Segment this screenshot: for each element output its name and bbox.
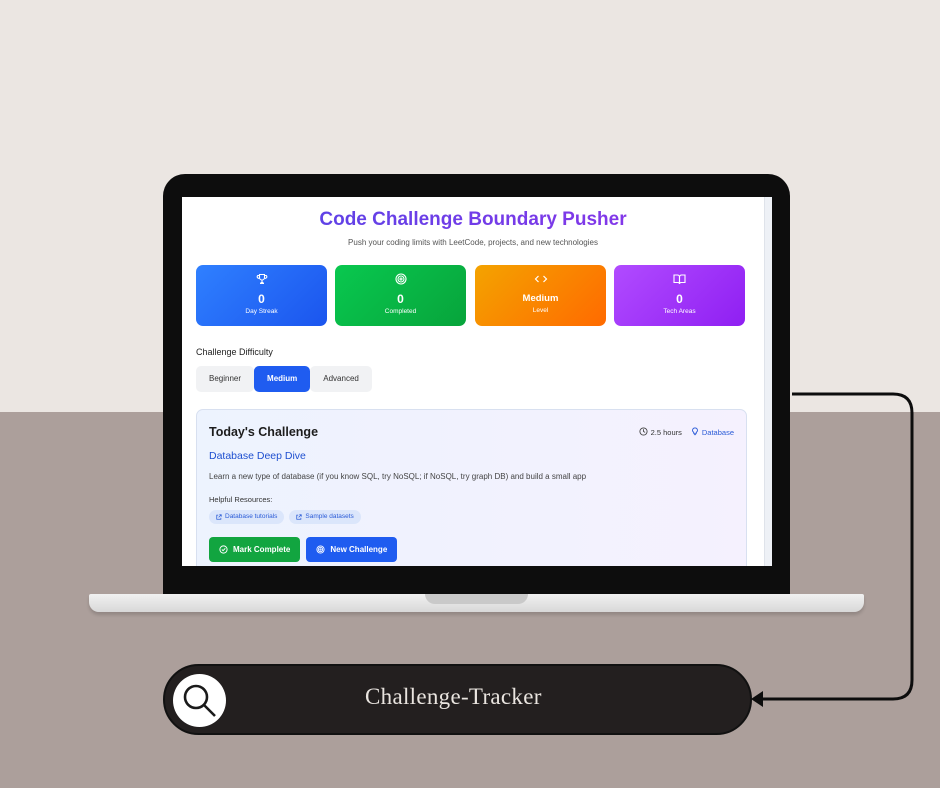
stat-label: Completed [384, 308, 417, 315]
challenge-name: Database Deep Dive [209, 450, 306, 462]
trophy-icon [196, 273, 327, 285]
stat-card-day-streak: 0 Day Streak [196, 265, 327, 326]
challenge-card: Today's Challenge 2.5 hours Database Dat… [196, 409, 747, 566]
mark-complete-button[interactable]: Mark Complete [209, 537, 301, 562]
resource-link-sample-datasets[interactable]: Sample datasets [289, 510, 361, 524]
new-challenge-label: New Challenge [330, 545, 388, 554]
challenge-description: Learn a new type of database (if you kno… [209, 472, 587, 481]
arrowhead-icon [751, 691, 763, 707]
resource-link-database-tutorials[interactable]: Database tutorials [209, 510, 285, 524]
resources-label: Helpful Resources: [209, 495, 273, 504]
stat-value: 0 [397, 292, 404, 306]
stat-card-tech-areas: 0 Tech Areas [614, 265, 745, 326]
search-icon [183, 684, 216, 717]
mark-complete-label: Mark Complete [233, 545, 291, 554]
resource-label: Sample datasets [305, 513, 354, 520]
search-button[interactable] [173, 674, 226, 727]
search-pill[interactable]: Challenge-Tracker [163, 664, 752, 735]
laptop-notch [425, 594, 528, 604]
resources-list: Database tutorials Sample datasets [209, 510, 366, 524]
page-title: Code Challenge Boundary Pusher [182, 209, 764, 231]
external-link-icon [216, 514, 222, 520]
challenge-meta: 2.5 hours Database [639, 427, 734, 438]
stat-label: Day Streak [245, 308, 278, 315]
book-icon [614, 273, 745, 285]
target-icon [316, 545, 325, 554]
external-link-icon [296, 514, 303, 520]
difficulty-beginner-button[interactable]: Beginner [196, 366, 255, 392]
app-screen: Code Challenge Boundary Pusher Push your… [182, 197, 772, 566]
difficulty-label: Challenge Difficulty [196, 347, 273, 357]
target-icon [335, 273, 466, 285]
stat-value: Medium [522, 293, 559, 304]
resource-label: Database tutorials [225, 513, 278, 520]
challenge-actions: Mark Complete New Challenge [209, 537, 403, 562]
challenge-time: 2.5 hours [650, 428, 682, 437]
code-icon [475, 273, 606, 285]
stat-value: 0 [676, 292, 683, 306]
stat-label: Tech Areas [663, 308, 696, 315]
lightbulb-icon [691, 427, 699, 438]
difficulty-advanced-button[interactable]: Advanced [310, 366, 372, 392]
stat-card-level: Medium Level [475, 265, 606, 326]
scrollbar[interactable] [764, 197, 772, 566]
page-subtitle: Push your coding limits with LeetCode, p… [348, 238, 598, 247]
challenge-category: Database [701, 428, 734, 437]
stat-value: 0 [258, 292, 265, 306]
stat-card-completed: 0 Completed [335, 265, 466, 326]
check-circle-icon [219, 545, 228, 554]
difficulty-selector: Beginner Medium Advanced [196, 366, 372, 392]
stat-label: Level [532, 307, 549, 314]
search-pill-text: Challenge-Tracker [365, 684, 542, 709]
challenge-heading: Today's Challenge [209, 425, 319, 439]
clock-icon [639, 427, 648, 438]
difficulty-medium-button[interactable]: Medium [254, 366, 311, 392]
new-challenge-button[interactable]: New Challenge [306, 537, 398, 562]
